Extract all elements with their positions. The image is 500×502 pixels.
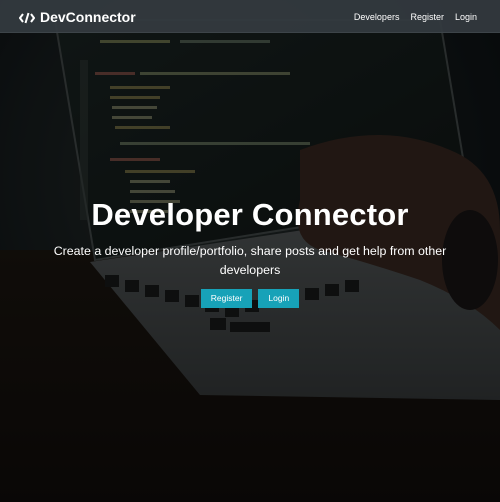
brand-label: DevConnector: [40, 8, 136, 25]
landing-content: Developer Connector Create a developer p…: [0, 190, 500, 308]
register-button[interactable]: Register: [200, 289, 253, 308]
brand-link[interactable]: DevConnector: [18, 0, 136, 33]
page-title: Developer Connector: [91, 197, 409, 232]
nav-link-developers[interactable]: Developers: [354, 12, 400, 22]
code-icon: [18, 11, 36, 23]
login-button[interactable]: Login: [258, 289, 300, 308]
nav-link-register[interactable]: Register: [410, 12, 444, 22]
nav-link-login[interactable]: Login: [455, 12, 477, 22]
navbar: DevConnector Developers Register Login: [0, 0, 500, 33]
nav-links: Developers Register Login: [354, 0, 477, 33]
cta-buttons: Register Login: [0, 289, 500, 308]
landing-lead: Create a developer profile/portfolio, sh…: [53, 244, 447, 277]
